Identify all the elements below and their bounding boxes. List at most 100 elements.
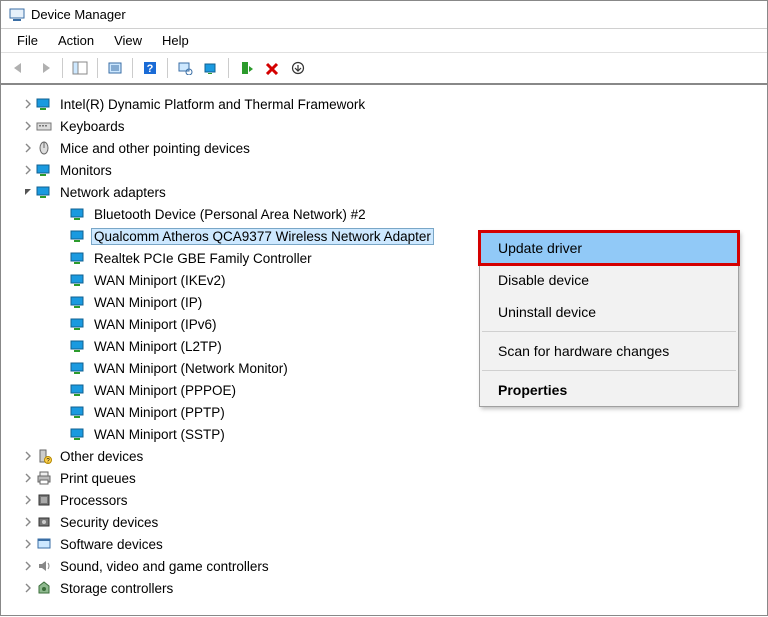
tree-category-network-adapters[interactable]: Network adapters xyxy=(17,181,763,203)
keyboard-icon xyxy=(36,118,52,134)
tree-category[interactable]: Storage controllers xyxy=(17,577,763,599)
tree-label: Security devices xyxy=(57,514,161,531)
tree-label: Bluetooth Device (Personal Area Network)… xyxy=(91,206,369,223)
tree-category[interactable]: Security devices xyxy=(17,511,763,533)
help-button[interactable]: ? xyxy=(138,57,162,79)
network-adapter-icon xyxy=(70,404,86,420)
tree-item-network-adapter[interactable]: WAN Miniport (SSTP) xyxy=(17,423,763,445)
other-icon: ? xyxy=(36,448,52,464)
monitor-icon xyxy=(36,162,52,178)
network-adapter-icon xyxy=(70,338,86,354)
tree-category[interactable]: Keyboards xyxy=(17,115,763,137)
network-adapter-icon xyxy=(70,206,86,222)
network-adapter-icon xyxy=(70,294,86,310)
tree-category[interactable]: Sound, video and game controllers xyxy=(17,555,763,577)
app-icon xyxy=(9,7,25,23)
menu-help[interactable]: Help xyxy=(152,31,199,50)
printer-icon xyxy=(36,470,52,486)
menu-bar: File Action View Help xyxy=(1,29,767,53)
device-tree[interactable]: Intel(R) Dynamic Platform and Thermal Fr… xyxy=(1,85,767,617)
tree-label: Print queues xyxy=(57,470,139,487)
menu-file[interactable]: File xyxy=(7,31,48,50)
expand-icon[interactable] xyxy=(21,119,35,133)
tree-label: WAN Miniport (Network Monitor) xyxy=(91,360,291,377)
network-adapter-icon xyxy=(70,272,86,288)
tree-category[interactable]: ? Other devices xyxy=(17,445,763,467)
separator xyxy=(62,58,63,78)
tree-label: Keyboards xyxy=(57,118,128,135)
tree-label: WAN Miniport (IP) xyxy=(91,294,205,311)
forward-button[interactable] xyxy=(33,57,57,79)
collapse-icon[interactable] xyxy=(21,185,35,199)
disable-device-button[interactable] xyxy=(286,57,310,79)
tree-label: WAN Miniport (IPv6) xyxy=(91,316,220,333)
separator xyxy=(97,58,98,78)
network-adapter-icon xyxy=(70,360,86,376)
tree-label: Processors xyxy=(57,492,131,509)
scan-hardware-button[interactable] xyxy=(173,57,197,79)
tree-category[interactable]: Software devices xyxy=(17,533,763,555)
uninstall-device-button[interactable] xyxy=(260,57,284,79)
expand-icon[interactable] xyxy=(21,537,35,551)
chip-icon xyxy=(36,492,52,508)
expand-icon[interactable] xyxy=(21,449,35,463)
separator xyxy=(482,370,736,371)
svg-text:?: ? xyxy=(147,63,154,75)
network-adapter-icon xyxy=(70,426,86,442)
expand-icon[interactable] xyxy=(21,97,35,111)
security-icon xyxy=(36,514,52,530)
network-adapter-icon xyxy=(70,228,86,244)
tree-label: Realtek PCIe GBE Family Controller xyxy=(91,250,315,267)
context-properties[interactable]: Properties xyxy=(480,374,738,406)
expand-icon[interactable] xyxy=(21,559,35,573)
tree-label: Other devices xyxy=(57,448,146,465)
back-button[interactable] xyxy=(7,57,31,79)
separator xyxy=(167,58,168,78)
tree-label: Intel(R) Dynamic Platform and Thermal Fr… xyxy=(57,96,368,113)
tree-category[interactable]: Intel(R) Dynamic Platform and Thermal Fr… xyxy=(17,93,763,115)
expand-icon[interactable] xyxy=(21,581,35,595)
menu-action[interactable]: Action xyxy=(48,31,104,50)
network-adapter-icon xyxy=(70,382,86,398)
separator xyxy=(228,58,229,78)
toolbar: ? xyxy=(1,53,767,85)
menu-view[interactable]: View xyxy=(104,31,152,50)
context-uninstall-device[interactable]: Uninstall device xyxy=(480,296,738,328)
title-bar: Device Manager xyxy=(1,1,767,29)
tree-label: Storage controllers xyxy=(57,580,176,597)
enable-device-button[interactable] xyxy=(234,57,258,79)
tree-label: WAN Miniport (PPTP) xyxy=(91,404,228,421)
expand-icon[interactable] xyxy=(21,141,35,155)
context-menu: Update driver Disable device Uninstall d… xyxy=(479,231,739,407)
tree-label: Qualcomm Atheros QCA9377 Wireless Networ… xyxy=(91,228,434,245)
network-adapter-icon xyxy=(70,250,86,266)
network-adapter-icon xyxy=(36,184,52,200)
tree-label: Mice and other pointing devices xyxy=(57,140,253,157)
tree-label: WAN Miniport (L2TP) xyxy=(91,338,225,355)
show-hide-console-tree-button[interactable] xyxy=(68,57,92,79)
tree-label: Network adapters xyxy=(57,184,169,201)
tree-label: WAN Miniport (IKEv2) xyxy=(91,272,229,289)
tree-category[interactable]: Monitors xyxy=(17,159,763,181)
tree-label: WAN Miniport (SSTP) xyxy=(91,426,228,443)
separator xyxy=(482,331,736,332)
tree-category[interactable]: Processors xyxy=(17,489,763,511)
sound-icon xyxy=(36,558,52,574)
tree-category[interactable]: Print queues xyxy=(17,467,763,489)
context-scan-hardware[interactable]: Scan for hardware changes xyxy=(480,335,738,367)
tree-label: Monitors xyxy=(57,162,115,179)
tree-item-network-adapter[interactable]: Bluetooth Device (Personal Area Network)… xyxy=(17,203,763,225)
expand-icon[interactable] xyxy=(21,471,35,485)
software-icon xyxy=(36,536,52,552)
mouse-icon xyxy=(36,140,52,156)
expand-icon[interactable] xyxy=(21,163,35,177)
context-update-driver[interactable]: Update driver xyxy=(480,232,738,264)
expand-icon[interactable] xyxy=(21,493,35,507)
storage-icon xyxy=(36,580,52,596)
tree-category[interactable]: Mice and other pointing devices xyxy=(17,137,763,159)
properties-button[interactable] xyxy=(103,57,127,79)
monitor-icon xyxy=(36,96,52,112)
update-driver-button[interactable] xyxy=(199,57,223,79)
context-disable-device[interactable]: Disable device xyxy=(480,264,738,296)
expand-icon[interactable] xyxy=(21,515,35,529)
